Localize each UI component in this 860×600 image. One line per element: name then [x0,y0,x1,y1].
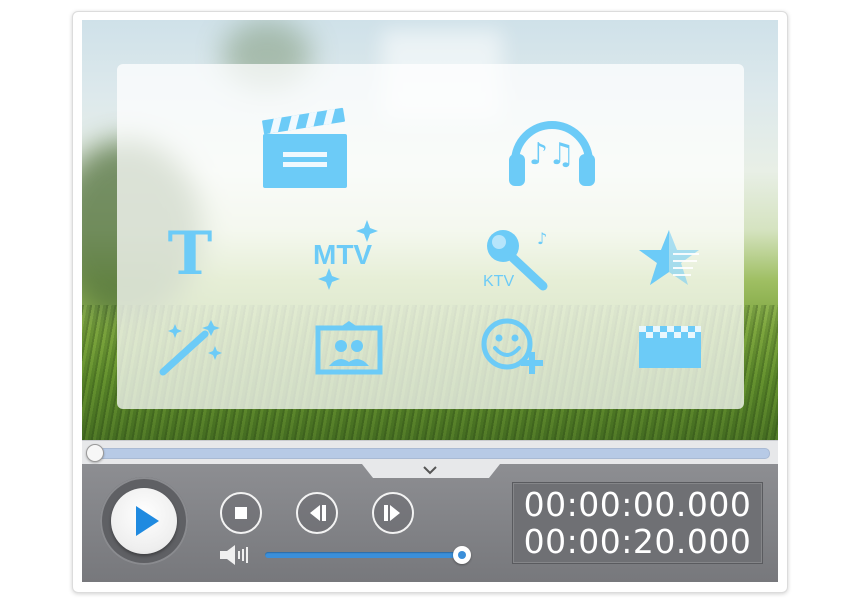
tool-audio[interactable]: ♪♫ [507,104,597,192]
headphones-music-icon: ♪♫ [509,121,595,186]
play-icon [136,506,159,536]
tool-star[interactable] [637,228,701,288]
speaker-icon[interactable] [218,544,254,566]
effects-panel: ♪♫ T MTV ♪ KTV [117,64,744,409]
current-time: 00:00:00.000 [523,485,752,524]
seek-handle[interactable] [86,444,104,462]
stop-icon [235,507,247,519]
ktv-microphone-icon: ♪ KTV [483,229,548,291]
tool-mtv[interactable]: MTV [309,218,391,292]
magic-wand-icon [159,320,222,376]
tool-checkered-flag[interactable] [637,322,703,372]
chevron-down-icon[interactable] [422,464,438,476]
tool-text[interactable]: T [161,224,219,284]
tool-magic-wand[interactable] [157,318,227,378]
time-display: 00:00:00.000 00:00:20.000 [512,482,763,564]
mtv-icon: MTV [313,220,378,290]
svg-text:♪♫: ♪♫ [529,137,575,172]
volume-handle[interactable] [453,546,471,564]
clapperboard-icon [262,107,347,188]
play-button[interactable] [111,488,177,554]
previous-frame-button[interactable] [296,492,338,534]
photo-frame-icon [315,321,383,375]
tool-ktv[interactable]: ♪ KTV [473,224,557,294]
add-emoji-icon [481,318,543,374]
checkered-flag-icon [639,326,701,368]
total-time: 00:00:20.000 [523,522,752,561]
text-icon: T [167,219,213,289]
ktv-label: KTV [483,273,514,290]
star-icon [639,230,699,285]
volume-slider[interactable] [265,552,465,558]
next-frame-icon [384,505,400,521]
svg-text:♪: ♪ [537,229,547,248]
tool-clapperboard[interactable] [257,102,351,192]
control-bar: 00:00:00.000 00:00:20.000 [82,464,778,582]
seek-track[interactable] [90,448,770,459]
stop-button[interactable] [220,492,262,534]
tool-add-emoji[interactable] [479,316,549,378]
mtv-label: MTV [313,239,372,270]
previous-frame-icon [310,505,326,521]
next-frame-button[interactable] [372,492,414,534]
tool-photo-frame[interactable] [315,320,383,376]
seek-bar[interactable] [82,440,778,465]
